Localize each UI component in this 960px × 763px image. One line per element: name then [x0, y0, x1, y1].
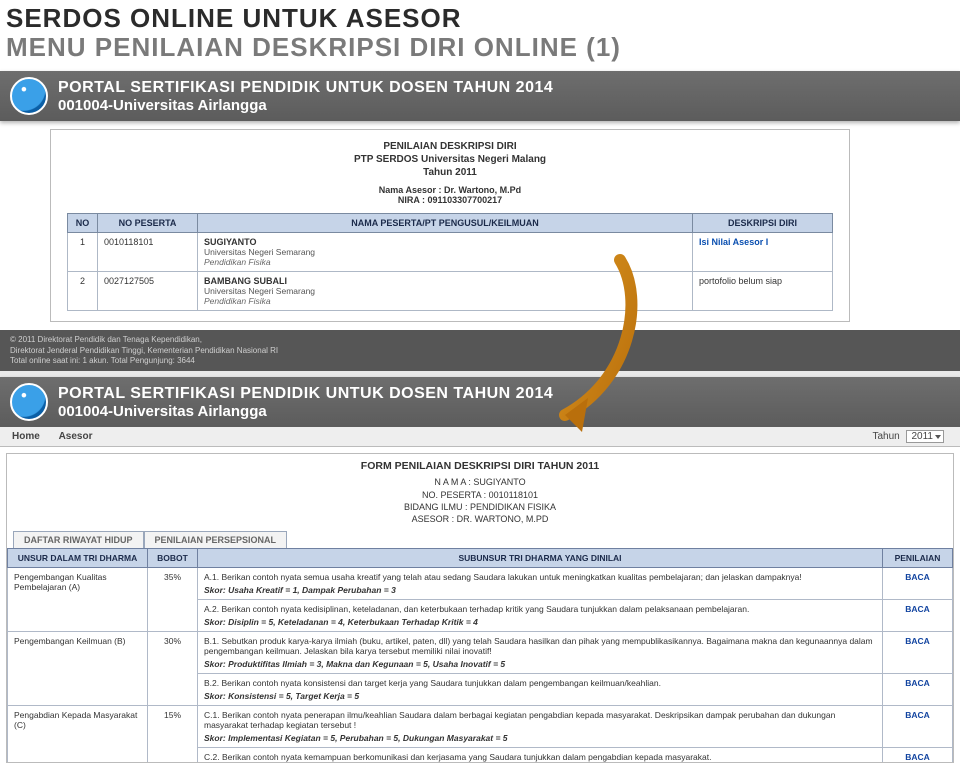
baca-link[interactable]: BACA — [905, 678, 930, 688]
cell-no: 2 — [68, 272, 98, 311]
cell-penilaian[interactable]: BACA — [883, 567, 953, 599]
table-row: Pengembangan Kualitas Pembelajaran (A)35… — [8, 567, 953, 599]
nira-value: 091103307700217 — [428, 195, 503, 205]
cell-no-peserta: 0010118101 — [98, 233, 198, 272]
cell-subunsur: A.2. Berikan contoh nyata kedisiplinan, … — [198, 599, 883, 631]
cell-subunsur: B.2. Berikan contoh nyata konsistensi da… — [198, 673, 883, 705]
nira-label: NIRA : — [398, 195, 425, 205]
slide-title-block: SERDOS ONLINE UNTUK ASESOR MENU PENILAIA… — [0, 0, 960, 71]
cell-subunsur: B.1. Sebutkan produk karya-karya ilmiah … — [198, 631, 883, 673]
table-row: Pengembangan Keilmuan (B)30%B.1. Sebutka… — [8, 631, 953, 673]
cell-subunsur: A.1. Berikan contoh nyata semua usaha kr… — [198, 567, 883, 599]
panel1-meta: Nama Asesor : Dr. Wartono, M.Pd NIRA : 0… — [67, 185, 833, 205]
col-nama: NAMA PESERTA/PT PENGUSUL/KEILMUAN — [198, 214, 693, 233]
nav-tahun-label: Tahun — [872, 431, 899, 442]
year-select[interactable]: 2011 — [906, 430, 944, 443]
cell-deskripsi: portofolio belum siap — [693, 272, 833, 311]
panel1-header-l1: PENILAIAN DESKRIPSI DIRI — [67, 140, 833, 153]
col-unsur: UNSUR DALAM TRI DHARMA — [8, 548, 148, 567]
table-row: Pengabdian Kepada Masyarakat (C)15%C.1. … — [8, 705, 953, 747]
nav-home[interactable]: Home — [12, 431, 40, 442]
cell-subunsur: C.1. Berikan contoh nyata penerapan ilmu… — [198, 705, 883, 747]
cell-bobot: 15% — [148, 705, 198, 763]
meta-nop: 0010118101 — [489, 490, 538, 500]
cell-no: 1 — [68, 233, 98, 272]
cell-penilaian[interactable]: BACA — [883, 747, 953, 763]
meta-nama-label: N A M A : — [434, 477, 471, 487]
meta-asesor: DR. WARTONO, M.PD — [457, 514, 549, 524]
assessment-list-panel: PENILAIAN DESKRIPSI DIRI PTP SERDOS Univ… — [50, 129, 850, 322]
col-bobot: BOBOT — [148, 548, 198, 567]
cell-penilaian[interactable]: BACA — [883, 631, 953, 673]
meta-nama: SUGIYANTO — [473, 477, 525, 487]
portal-title: PORTAL SERTIFIKASI PENDIDIK UNTUK DOSEN … — [58, 385, 553, 403]
meta-bidang-label: BIDANG ILMU : — [404, 502, 468, 512]
baca-link[interactable]: BACA — [905, 636, 930, 646]
col-penilaian: PENILAIAN — [883, 548, 953, 567]
cell-deskripsi[interactable]: Isi Nilai Asesor I — [693, 233, 833, 272]
panel1-header-l2: PTP SERDOS Universitas Negeri Malang — [67, 153, 833, 166]
cell-unsur: Pengembangan Kualitas Pembelajaran (A) — [8, 567, 148, 631]
col-subunsur: SUBUNSUR TRI DHARMA YANG DINILAI — [198, 548, 883, 567]
portal-title: PORTAL SERTIFIKASI PENDIDIK UNTUK DOSEN … — [58, 79, 553, 97]
slide-title-line1: SERDOS ONLINE UNTUK ASESOR — [6, 4, 954, 33]
cell-subunsur: C.2. Berikan contoh nyata kemampuan berk… — [198, 747, 883, 763]
portal-subtitle: 001004-Universitas Airlangga — [58, 97, 553, 114]
col-no: NO — [68, 214, 98, 233]
slide-title-line2: MENU PENILAIAN DESKRIPSI DIRI ONLINE (1) — [6, 33, 954, 62]
baca-link[interactable]: BACA — [905, 604, 930, 614]
portal-header-1: PORTAL SERTIFIKASI PENDIDIK UNTUK DOSEN … — [0, 71, 960, 121]
form-title: FORM PENILAIAN DESKRIPSI DIRI TAHUN 2011 — [7, 460, 953, 472]
tab-riwayat-hidup[interactable]: DAFTAR RIWAYAT HIDUP — [13, 531, 144, 548]
nav-strip: Home Asesor Tahun 2011 — [0, 427, 960, 447]
cell-nama: SUGIYANTOUniversitas Negeri SemarangPend… — [198, 233, 693, 272]
peserta-table: NO NO PESERTA NAMA PESERTA/PT PENGUSUL/K… — [67, 213, 833, 311]
footer-l2: Direktorat Jenderal Pendidikan Tinggi, K… — [10, 346, 950, 356]
panel1-footer: © 2011 Direktorat Pendidik dan Tenaga Ke… — [0, 330, 960, 371]
meta-asesor-label: ASESOR : — [412, 514, 455, 524]
cell-unsur: Pengabdian Kepada Masyarakat (C) — [8, 705, 148, 763]
cell-unsur: Pengembangan Keilmuan (B) — [8, 631, 148, 705]
portal-logo-icon — [10, 383, 48, 421]
assessment-form-panel: FORM PENILAIAN DESKRIPSI DIRI TAHUN 2011… — [6, 453, 954, 763]
baca-link[interactable]: BACA — [905, 572, 930, 582]
form-meta: N A M A : SUGIYANTO NO. PESERTA : 001011… — [7, 476, 953, 525]
cell-no-peserta: 0027127505 — [98, 272, 198, 311]
panel1-header-l3: Tahun 2011 — [67, 166, 833, 179]
nav-asesor[interactable]: Asesor — [59, 431, 93, 442]
footer-l1: © 2011 Direktorat Pendidik dan Tenaga Ke… — [10, 335, 950, 345]
cell-bobot: 35% — [148, 567, 198, 631]
portal-subtitle: 001004-Universitas Airlangga — [58, 403, 553, 420]
meta-bidang: PENDIDIKAN FISIKA — [470, 502, 556, 512]
kriteria-table: UNSUR DALAM TRI DHARMA BOBOT SUBUNSUR TR… — [7, 548, 953, 763]
table-row: 10010118101SUGIYANTOUniversitas Negeri S… — [68, 233, 833, 272]
meta-nop-label: NO. PESERTA : — [422, 490, 486, 500]
nama-asesor-value: Dr. Wartono, M.Pd — [444, 185, 521, 195]
cell-penilaian[interactable]: BACA — [883, 673, 953, 705]
cell-nama: BAMBANG SUBALIUniversitas Negeri Semaran… — [198, 272, 693, 311]
portal-header-2: PORTAL SERTIFIKASI PENDIDIK UNTUK DOSEN … — [0, 377, 960, 427]
table-row: 20027127505BAMBANG SUBALIUniversitas Neg… — [68, 272, 833, 311]
col-no-peserta: NO PESERTA — [98, 214, 198, 233]
col-deskripsi: DESKRIPSI DIRI — [693, 214, 833, 233]
baca-link[interactable]: BACA — [905, 752, 930, 762]
cell-penilaian[interactable]: BACA — [883, 599, 953, 631]
panel1-header: PENILAIAN DESKRIPSI DIRI PTP SERDOS Univ… — [67, 140, 833, 179]
footer-l3: Total online saat ini: 1 akun. Total Pen… — [10, 356, 950, 366]
cell-penilaian[interactable]: BACA — [883, 705, 953, 747]
tab-persepsional[interactable]: PENILAIAN PERSEPSIONAL — [144, 531, 288, 548]
cell-bobot: 30% — [148, 631, 198, 705]
portal-logo-icon — [10, 77, 48, 115]
baca-link[interactable]: BACA — [905, 710, 930, 720]
isi-nilai-link[interactable]: Isi Nilai Asesor I — [699, 237, 768, 247]
form-tabs: DAFTAR RIWAYAT HIDUP PENILAIAN PERSEPSIO… — [13, 531, 953, 548]
nama-asesor-label: Nama Asesor : — [379, 185, 442, 195]
